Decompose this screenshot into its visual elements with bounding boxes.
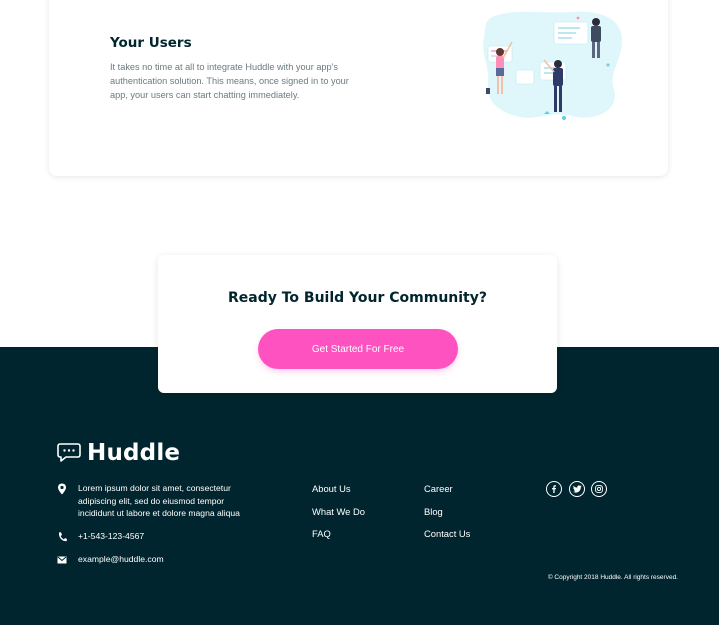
twitter-icon: [572, 485, 582, 493]
footer-link-about-us[interactable]: About Us: [312, 483, 351, 494]
get-started-button[interactable]: Get Started For Free: [258, 329, 458, 369]
feature-title: Your Users: [110, 35, 192, 51]
footer-link-career[interactable]: Career: [424, 483, 453, 494]
footer-link-faq[interactable]: FAQ: [312, 528, 331, 539]
users-illustration: [483, 11, 622, 120]
email-row: example@huddle.com: [57, 553, 164, 566]
phone-row: +1-543-123-4567: [57, 530, 144, 543]
footer-link-blog[interactable]: Blog: [424, 506, 443, 517]
email-text[interactable]: example@huddle.com: [78, 553, 164, 566]
cta-title: Ready To Build Your Community?: [227, 290, 487, 306]
footer-logo[interactable]: Huddle: [57, 440, 180, 466]
facebook-link[interactable]: [546, 481, 562, 497]
address-row: Lorem ipsum dolor sit amet, consectetur …: [57, 482, 248, 520]
phone-icon: [58, 532, 67, 542]
chat-bubble-icon: [57, 443, 81, 462]
address-text: Lorem ipsum dolor sit amet, consectetur …: [78, 483, 240, 518]
copyright-text: © Copyright 2018 Huddle. All rights rese…: [547, 574, 678, 581]
twitter-link[interactable]: [569, 481, 585, 497]
footer-link-what-we-do[interactable]: What We Do: [312, 506, 365, 517]
email-icon: [57, 556, 67, 564]
feature-description: It takes no time at all to integrate Hud…: [110, 62, 349, 100]
cta-card: Ready To Build Your Community? Get Start…: [158, 255, 557, 393]
instagram-icon: [595, 485, 603, 493]
location-pin-icon: [58, 483, 66, 495]
phone-text[interactable]: +1-543-123-4567: [78, 530, 144, 543]
instagram-link[interactable]: [591, 481, 607, 497]
facebook-icon: [552, 485, 556, 493]
footer-link-contact-us[interactable]: Contact Us: [424, 528, 470, 539]
brand-name: Huddle: [87, 440, 181, 466]
